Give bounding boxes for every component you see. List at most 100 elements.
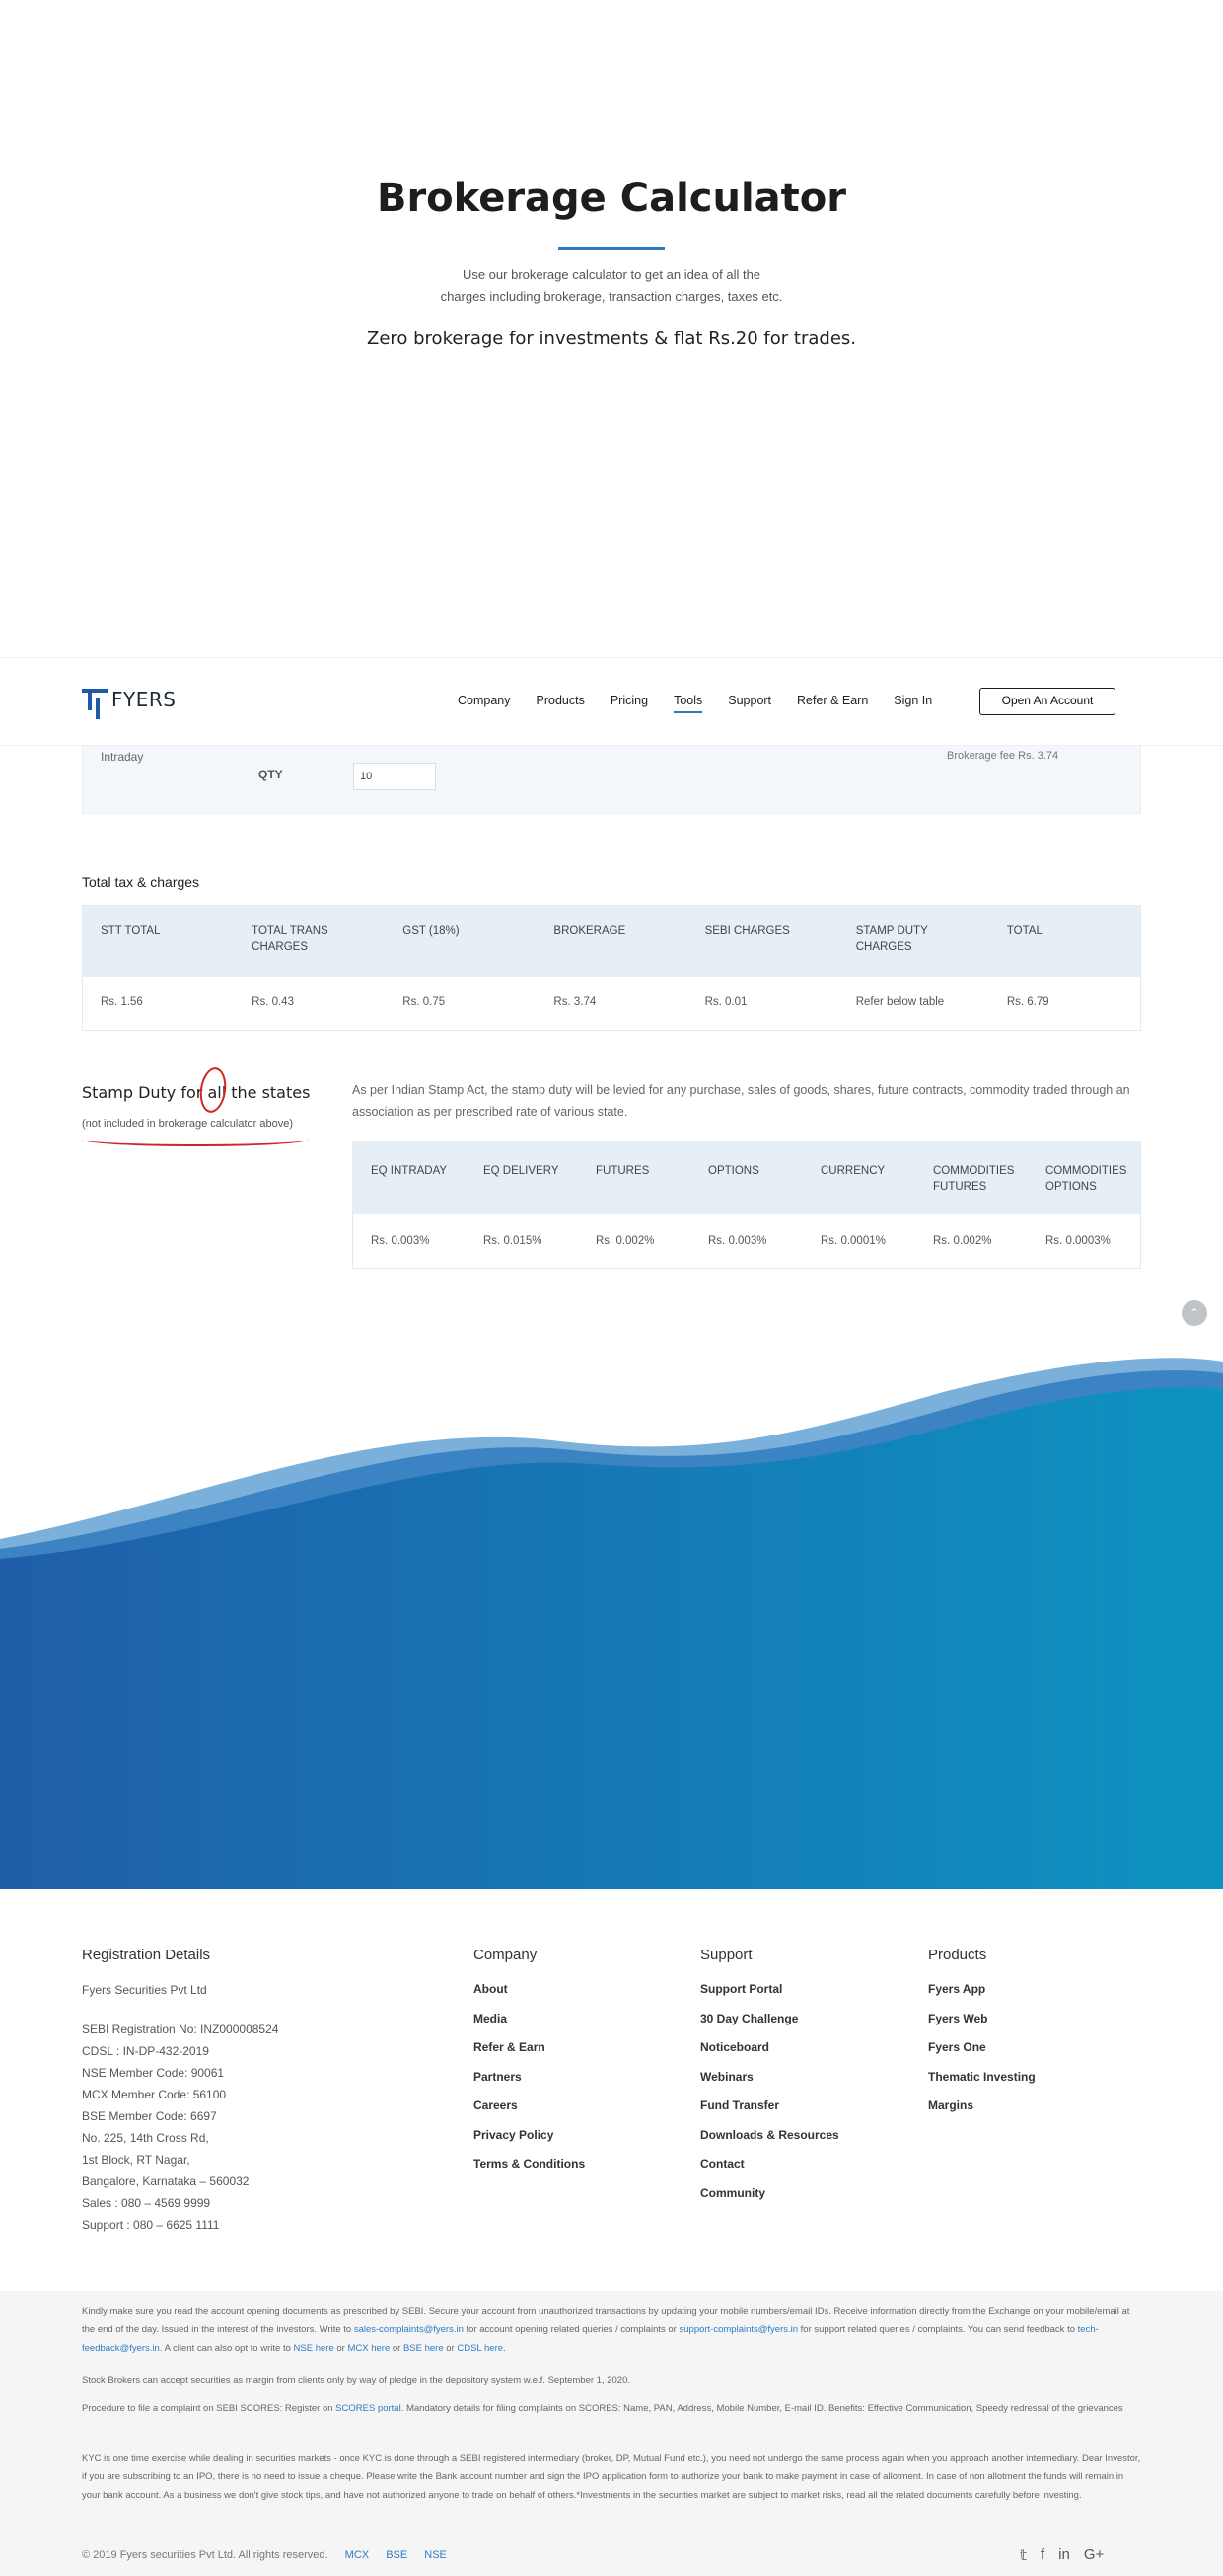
footer-link-contact[interactable]: Contact bbox=[700, 2157, 839, 2186]
footer-link-thematic[interactable]: Thematic Investing bbox=[928, 2070, 1036, 2099]
reg-spacer bbox=[82, 2001, 278, 2019]
tax-value-total: Rs. 6.79 bbox=[1006, 996, 1049, 1008]
footer-link-media[interactable]: Media bbox=[473, 2012, 585, 2041]
disc-text: . A client can also opt to write to bbox=[159, 2343, 291, 2354]
tax-table: STT TOTAL TOTAL TRANS CHARGES GST (18%) … bbox=[82, 905, 1141, 1031]
zero-brokerage-text: Zero brokerage for investments & flat Rs… bbox=[366, 329, 856, 349]
stamp-value-eq-delivery: Rs. 0.015% bbox=[483, 1235, 542, 1247]
disc-text: . bbox=[503, 2343, 506, 2354]
hero-desc-line1: Use our brokerage calculator to get an i… bbox=[462, 267, 761, 282]
tax-value-brokerage: Rs. 3.74 bbox=[553, 996, 597, 1008]
logo-text: FYERS bbox=[111, 688, 177, 711]
footer-link-downloads[interactable]: Downloads & Resources bbox=[700, 2128, 839, 2158]
twitter-icon[interactable]: 𝕥 bbox=[1020, 2546, 1027, 2564]
footer-link-30-day[interactable]: 30 Day Challenge bbox=[700, 2012, 839, 2041]
registration-details: Fyers Securities Pvt Ltd SEBI Registrati… bbox=[82, 1979, 278, 2236]
nav-tools[interactable]: Tools bbox=[674, 694, 703, 713]
tax-value-sebi: Rs. 0.01 bbox=[704, 996, 748, 1008]
mcx-here-link[interactable]: MCX here bbox=[347, 2343, 390, 2354]
hero-description: Use our brokerage calculator to get an i… bbox=[404, 264, 819, 308]
tax-section-title: Total tax & charges bbox=[82, 874, 200, 890]
footer-company-title: Company bbox=[473, 1947, 538, 1963]
qty-label: QTY bbox=[258, 768, 283, 781]
tax-table-header: STT TOTAL TOTAL TRANS CHARGES GST (18%) … bbox=[83, 906, 1140, 977]
footer-link-privacy[interactable]: Privacy Policy bbox=[473, 2128, 585, 2158]
footer-link-margins[interactable]: Margins bbox=[928, 2098, 1036, 2128]
footer-products-title: Products bbox=[928, 1947, 987, 1963]
facebook-icon[interactable]: f bbox=[1041, 2546, 1044, 2564]
scores-portal-link[interactable]: SCORES portal bbox=[335, 2403, 401, 2414]
nse-link[interactable]: NSE bbox=[424, 2549, 447, 2561]
nav-pricing[interactable]: Pricing bbox=[611, 694, 648, 707]
mcx-link[interactable]: MCX bbox=[345, 2549, 369, 2561]
stamp-header-comm-options: COMMODITIES OPTIONS bbox=[1045, 1165, 1127, 1193]
red-annotation-circle bbox=[196, 1066, 230, 1115]
footer-link-terms[interactable]: Terms & Conditions bbox=[473, 2157, 585, 2186]
footer-link-fyers-web[interactable]: Fyers Web bbox=[928, 2012, 1036, 2041]
fyers-logo[interactable]: FYERS bbox=[82, 688, 176, 711]
brokerage-fee-text: Brokerage fee Rs. 3.74 bbox=[947, 750, 1059, 762]
footer-link-fyers-one[interactable]: Fyers One bbox=[928, 2040, 1036, 2070]
segment-label: Intraday bbox=[101, 750, 144, 764]
qty-input[interactable]: 10 bbox=[353, 763, 436, 790]
stamp-header-eq-delivery: EQ DELIVERY bbox=[483, 1165, 559, 1177]
table-row: Rs. 1.56 Rs. 0.43 Rs. 0.75 Rs. 3.74 Rs. … bbox=[83, 977, 1140, 1030]
nav-products[interactable]: Products bbox=[537, 694, 585, 707]
stamp-value-comm-options: Rs. 0.0003% bbox=[1045, 1235, 1111, 1247]
wave-banner bbox=[0, 1358, 1223, 1889]
stamp-value-eq-intraday: Rs. 0.003% bbox=[371, 1235, 430, 1247]
footer-link-fund-transfer[interactable]: Fund Transfer bbox=[700, 2098, 839, 2128]
footer-support-title: Support bbox=[700, 1947, 753, 1963]
footer-link-webinars[interactable]: Webinars bbox=[700, 2070, 839, 2099]
disc-text: for support related queries / complaints… bbox=[800, 2324, 1075, 2335]
footer-link-careers[interactable]: Careers bbox=[473, 2098, 585, 2128]
tax-value-stt: Rs. 1.56 bbox=[101, 996, 143, 1008]
scroll-top-icon[interactable]: ⌃ bbox=[1182, 1300, 1207, 1326]
footer-link-fyers-app[interactable]: Fyers App bbox=[928, 1982, 1036, 2012]
tax-value-trans: Rs. 0.43 bbox=[252, 996, 294, 1008]
footer-link-about[interactable]: About bbox=[473, 1982, 585, 2012]
nav-sign-in[interactable]: Sign In bbox=[894, 694, 932, 707]
footer-support-links: Support Portal 30 Day Challenge Noticebo… bbox=[700, 1982, 839, 2215]
footer-link-partners[interactable]: Partners bbox=[473, 2070, 585, 2099]
reg-line: 1st Block, RT Nagar, bbox=[82, 2153, 190, 2167]
reg-line: Fyers Securities Pvt Ltd bbox=[82, 1983, 207, 1997]
footer-link-community[interactable]: Community bbox=[700, 2186, 839, 2216]
reg-line: Bangalore, Karnataka – 560032 bbox=[82, 2174, 250, 2188]
footer-link-support-portal[interactable]: Support Portal bbox=[700, 1982, 839, 2012]
nav-company[interactable]: Company bbox=[458, 694, 511, 707]
bse-link[interactable]: BSE bbox=[386, 2549, 407, 2561]
reg-line: CDSL : IN-DP-432-2019 bbox=[82, 2044, 209, 2058]
reg-line: BSE Member Code: 6697 bbox=[82, 2109, 217, 2123]
linkedin-icon[interactable]: in bbox=[1058, 2546, 1070, 2564]
open-account-button[interactable]: Open An Account bbox=[979, 688, 1115, 715]
hero-section: Brokerage Calculator Use our brokerage c… bbox=[0, 0, 1223, 651]
cdsl-here-link[interactable]: CDSL here bbox=[457, 2343, 503, 2354]
support-complaints-link[interactable]: support-complaints@fyers.in bbox=[680, 2324, 799, 2335]
nav-refer-earn[interactable]: Refer & Earn bbox=[797, 694, 868, 707]
reg-line: SEBI Registration No: INZ000008524 bbox=[82, 2023, 279, 2036]
stamp-header-currency: CURRENCY bbox=[821, 1165, 886, 1177]
stamp-header-eq-intraday: EQ INTRADAY bbox=[371, 1165, 448, 1177]
footer-link-noticeboard[interactable]: Noticeboard bbox=[700, 2040, 839, 2070]
disc-text: for account opening related queries / co… bbox=[466, 2324, 677, 2335]
footer-link-refer[interactable]: Refer & Earn bbox=[473, 2040, 585, 2070]
stamp-table-header: EQ INTRADAY EQ DELIVERY FUTURES OPTIONS … bbox=[353, 1141, 1140, 1214]
nav-support[interactable]: Support bbox=[728, 694, 771, 707]
tax-header-sebi: SEBI CHARGES bbox=[704, 925, 790, 937]
google-plus-icon[interactable]: G+ bbox=[1084, 2546, 1104, 2564]
disclaimer-paragraph-3: Procedure to file a complaint on SEBI SC… bbox=[82, 2399, 1141, 2418]
red-annotation-underline bbox=[82, 1133, 309, 1146]
table-row: Rs. 0.003% Rs. 0.015% Rs. 0.002% Rs. 0.0… bbox=[353, 1214, 1140, 1268]
bse-here-link[interactable]: BSE here bbox=[403, 2343, 444, 2354]
reg-line: NSE Member Code: 90061 bbox=[82, 2066, 225, 2080]
footer-registration-title: Registration Details bbox=[82, 1947, 211, 1963]
title-underline bbox=[558, 247, 665, 250]
sales-complaints-link[interactable]: sales-complaints@fyers.in bbox=[354, 2324, 464, 2335]
tax-value-gst: Rs. 0.75 bbox=[402, 996, 446, 1008]
disc-text: or bbox=[392, 2343, 401, 2354]
stamp-value-currency: Rs. 0.0001% bbox=[821, 1235, 886, 1247]
footer-products-links: Fyers App Fyers Web Fyers One Thematic I… bbox=[928, 1982, 1036, 2128]
nse-here-link[interactable]: NSE here bbox=[294, 2343, 334, 2354]
reg-line: Sales : 080 – 4569 9999 bbox=[82, 2196, 211, 2210]
